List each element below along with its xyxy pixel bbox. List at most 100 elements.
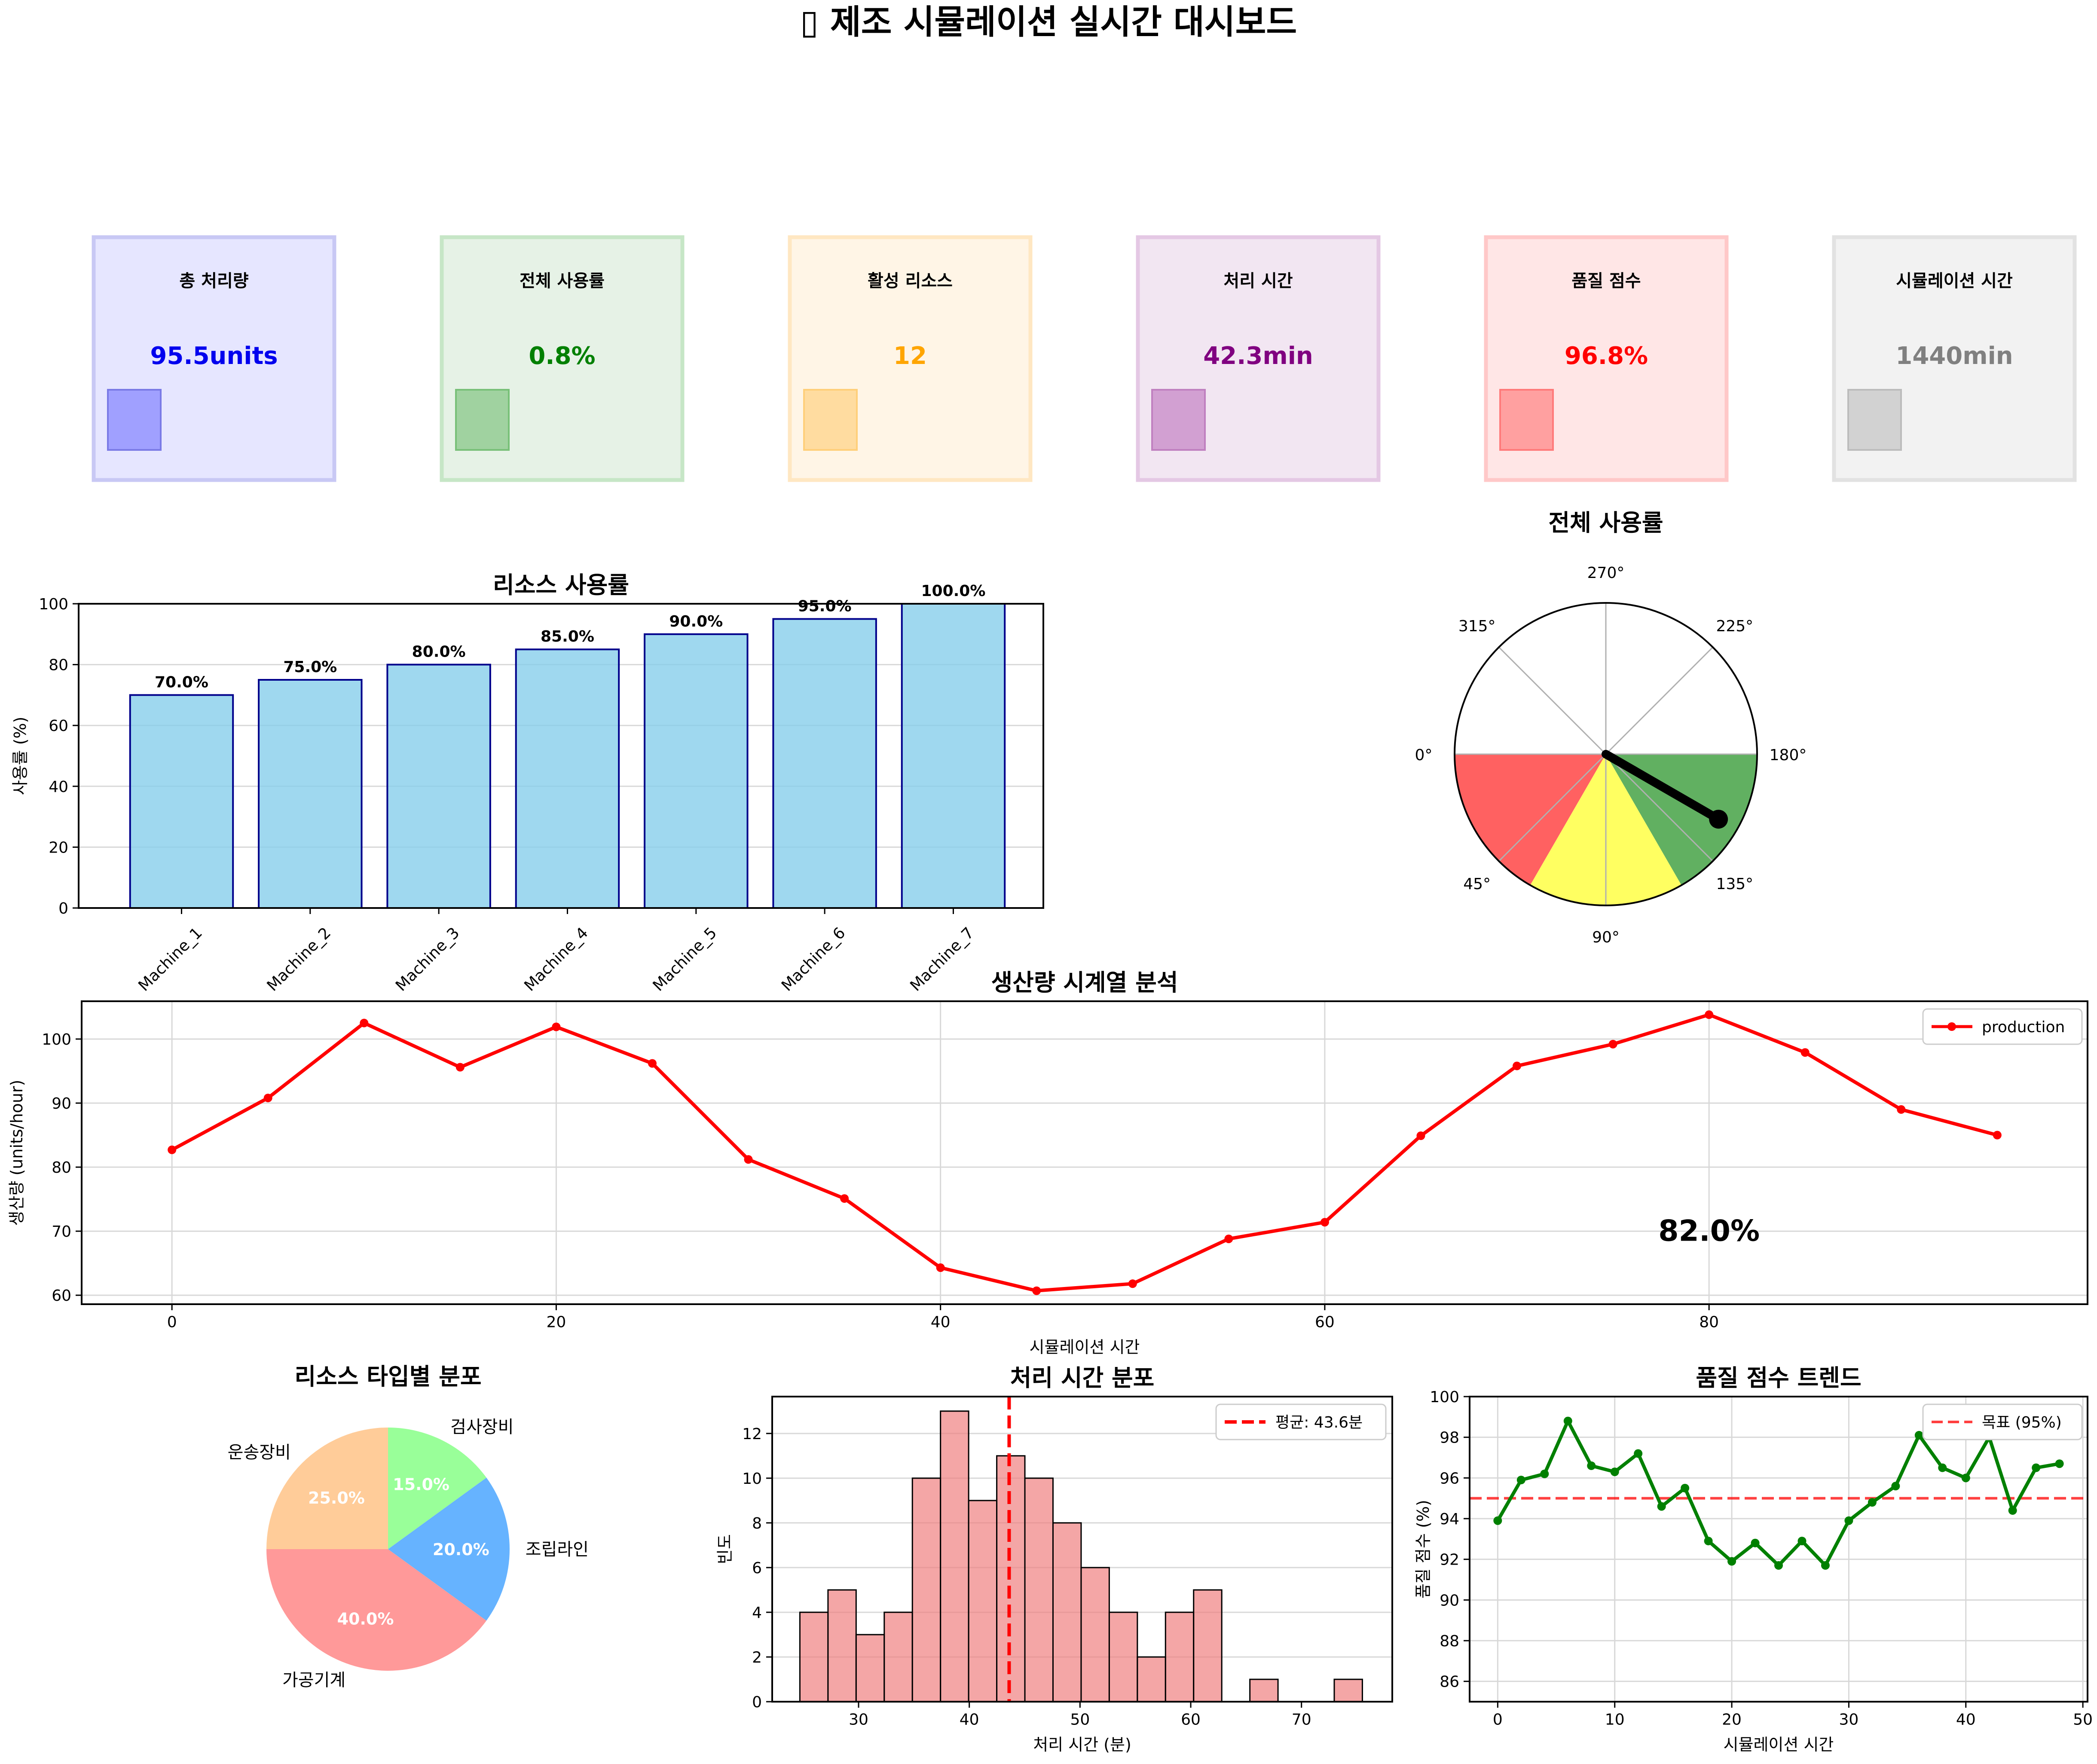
- production-point: [1513, 1061, 1522, 1070]
- y-tick-label: 100: [39, 596, 68, 613]
- x-tick-label: 0: [167, 1314, 177, 1331]
- histogram-bar: [911, 1477, 942, 1703]
- gauge-angle-label: 0°: [1415, 746, 1433, 764]
- y-tick-label: 88: [1440, 1633, 1459, 1650]
- quality-point: [1563, 1416, 1572, 1425]
- production-point: [455, 1063, 465, 1072]
- quality-point: [1821, 1561, 1830, 1570]
- legend-entry: 목표 (95%): [1982, 1414, 2062, 1431]
- y-tick-label: 100: [42, 1031, 71, 1049]
- histogram-bar: [883, 1611, 913, 1703]
- kpi-value: 1440min: [1895, 342, 2013, 370]
- kpi-value: 0.8%: [529, 342, 595, 370]
- production-point: [744, 1155, 753, 1164]
- histogram-bar: [940, 1410, 969, 1703]
- kpi-swatch: [1847, 389, 1902, 451]
- quality-point: [1516, 1476, 1525, 1485]
- pie-percent-label: 25.0%: [308, 1489, 365, 1507]
- quality-point: [2008, 1506, 2017, 1515]
- kpi-value: 95.5units: [150, 342, 278, 370]
- y-tick-label: 90: [1440, 1592, 1459, 1609]
- chart-title: 품질 점수 트렌드: [1696, 1364, 1861, 1391]
- legend-entry: 평균: 43.6분: [1275, 1414, 1363, 1431]
- kpi-card: 전체 사용률 0.8%: [440, 235, 685, 482]
- kpi-value: 42.3min: [1203, 342, 1313, 370]
- kpi-card: 처리 시간 42.3min: [1136, 235, 1381, 482]
- chart-title: 전체 사용률: [1548, 509, 1663, 536]
- chart-title: 리소스 타입별 분포: [294, 1363, 481, 1390]
- y-tick-label: 12: [742, 1425, 762, 1443]
- kpi-label: 품질 점수: [1571, 271, 1641, 291]
- production-point: [552, 1022, 561, 1031]
- chart-title: 처리 시간 분포: [1010, 1364, 1155, 1391]
- histogram-bar: [1193, 1589, 1223, 1703]
- x-tick-label: 60: [1315, 1314, 1335, 1331]
- quality-trend-chart: 86 88 90 92 94 96 98 100 0 10 20 30 40 50 품질 점수 트렌드시뮬레…: [1414, 1364, 2093, 1754]
- quality-point: [1891, 1482, 1900, 1491]
- x-tick-label: 20: [546, 1314, 566, 1331]
- bar-data-label: 80.0%: [412, 643, 466, 661]
- x-tick-label: 40: [960, 1711, 979, 1729]
- pie-percent-label: 20.0%: [433, 1540, 489, 1559]
- bar-data-label: 90.0%: [669, 613, 723, 630]
- production-point: [1128, 1279, 1137, 1288]
- legend: production: [1922, 1008, 2083, 1045]
- histogram-bar: [968, 1500, 998, 1703]
- dashboard-canvas: ▯ 제조 시뮬레이션 실시간 대시보드 총 처리량 95.5units 전체 사용률…: [7, 3, 2093, 1754]
- quality-point: [1844, 1516, 1853, 1525]
- production-timeseries-chart: 60 70 80 90 100 0 20 40 60 80 생산량 시계열 분석시뮬레이션 시간 생산…: [7, 969, 2088, 1357]
- histogram-bar: [1249, 1678, 1279, 1703]
- production-point: [1224, 1234, 1233, 1243]
- x-tick-label: 20: [1722, 1711, 1742, 1729]
- kpi-row: 총 처리량 95.5units 전체 사용률 0.8% 활성 리소스 12 처리 시간 42.…: [92, 235, 2077, 482]
- resource-type-pie-chart: 25.0% 운송장비 40.0% 가공기계 20.0% 조립라인 15.0% 검사장비 리소스 …: [228, 1363, 589, 1690]
- gauge-angle-label: 180°: [1770, 746, 1807, 764]
- production-point: [648, 1059, 657, 1068]
- kpi-card: 시뮬레이션 시간 1440min: [1832, 235, 2077, 482]
- production-point: [936, 1263, 945, 1272]
- kpi-card: 품질 점수 96.8%: [1484, 235, 1729, 482]
- gauge-angle-label: 135°: [1716, 875, 1753, 893]
- production-point: [1416, 1131, 1425, 1140]
- quality-point: [1961, 1474, 1970, 1483]
- y-axis-label: 생산량 (units/hour): [7, 1080, 26, 1226]
- bar-data-label: 95.0%: [798, 597, 852, 615]
- histogram-bar: [1080, 1567, 1110, 1703]
- y-tick-label: 86: [1440, 1673, 1459, 1691]
- production-point: [1032, 1286, 1041, 1295]
- y-tick-label: 80: [49, 657, 68, 674]
- x-tick-label: 60: [1181, 1711, 1201, 1729]
- y-tick-label: 60: [52, 1287, 71, 1305]
- bar: [772, 618, 877, 909]
- y-tick-label: 0: [58, 900, 68, 917]
- bar: [386, 663, 491, 909]
- x-tick-label: 50: [2073, 1711, 2093, 1729]
- histogram-bar: [1052, 1522, 1082, 1703]
- y-tick-label: 96: [1440, 1470, 1459, 1487]
- overall-utilization-gauge: 0° 45° 90° 135° 180° 225° 270° 315° 전체 사용률: [1415, 509, 1807, 946]
- y-tick-label: 20: [49, 839, 68, 856]
- pie-percent-label: 40.0%: [337, 1609, 394, 1628]
- kpi-label: 처리 시간: [1223, 271, 1293, 291]
- x-tick-label: 30: [849, 1711, 868, 1729]
- x-tick-label: Machine_1: [135, 924, 205, 994]
- histogram-bar: [855, 1634, 885, 1703]
- histogram-bar: [1333, 1678, 1363, 1703]
- histogram-bar: [1165, 1611, 1195, 1703]
- y-tick-label: 8: [752, 1515, 762, 1532]
- y-tick-label: 98: [1440, 1429, 1459, 1447]
- production-point: [168, 1145, 177, 1154]
- gauge-angle-label: 45°: [1463, 875, 1491, 893]
- x-tick-label: 40: [1956, 1711, 1976, 1729]
- histogram-bar: [799, 1611, 829, 1703]
- x-tick-label: 70: [1292, 1711, 1311, 1729]
- y-tick-label: 10: [742, 1470, 762, 1488]
- histogram-bar: [827, 1589, 857, 1703]
- histogram-bar: [1024, 1477, 1054, 1703]
- y-tick-label: 90: [52, 1095, 71, 1113]
- gauge-needle-tip: [1709, 810, 1728, 829]
- quality-point: [2032, 1463, 2041, 1472]
- gauge-angle-label: 90°: [1592, 929, 1620, 946]
- x-tick-label: Machine_7: [907, 924, 977, 994]
- y-axis-label: 사용률 (%): [11, 717, 30, 795]
